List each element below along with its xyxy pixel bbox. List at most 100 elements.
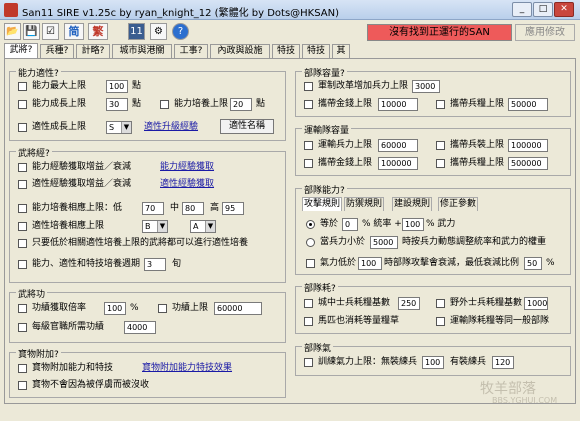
morale-untrained-input[interactable]: 100 xyxy=(422,356,444,369)
ability-group: 能力適性? 能力最大上限 100 點 能力成長上限 30 點 能力培養上限 20… xyxy=(9,66,286,141)
cap-checkbox[interactable] xyxy=(18,204,27,213)
apt-exp-link[interactable]: 適性升級經驗 xyxy=(144,122,198,133)
max-input[interactable]: 100 xyxy=(106,80,128,93)
maximize-button[interactable]: □ xyxy=(533,2,553,17)
exp-apt-link[interactable]: 適性經驗獲取 xyxy=(160,179,214,190)
exp-ability-link[interactable]: 能力經驗獲取 xyxy=(160,162,214,173)
traditional-button[interactable]: 繁 xyxy=(88,23,108,40)
apt-cap-a-select[interactable]: A ▼ xyxy=(190,220,216,233)
cap-high-input[interactable]: 95 xyxy=(222,202,244,215)
cycle-checkbox[interactable] xyxy=(18,260,27,269)
transport-gold-input[interactable]: 100000 xyxy=(378,157,418,170)
city-upkeep-input[interactable]: 250 xyxy=(398,297,420,310)
cap-low-input[interactable]: 70 xyxy=(142,202,164,215)
transport-upkeep-checkbox[interactable] xyxy=(436,317,445,326)
troop-gold-checkbox[interactable] xyxy=(304,100,313,109)
rate-input[interactable]: 100 xyxy=(402,218,424,231)
merit-cap-checkbox[interactable] xyxy=(158,304,167,313)
treasure-attach-checkbox[interactable] xyxy=(18,364,27,373)
only-checkbox[interactable] xyxy=(18,239,27,248)
transport-group: 運輸隊容量 運輸兵力上限 60000 攜帶兵裝上限 100000 攜帶金錢上限 … xyxy=(295,123,571,176)
transport-troops-input[interactable]: 60000 xyxy=(378,139,418,152)
horse-upkeep-checkbox[interactable] xyxy=(304,317,313,326)
morale-min-input[interactable]: 50 xyxy=(524,257,542,270)
tab-domestic[interactable]: 內政與設施 xyxy=(210,44,270,58)
calendar-icon[interactable]: 11 xyxy=(128,23,145,40)
reform-input[interactable]: 3000 xyxy=(412,80,440,93)
field-upkeep-checkbox[interactable] xyxy=(436,299,445,308)
save-icon[interactable]: 💾 xyxy=(23,23,40,40)
city-upkeep-checkbox[interactable] xyxy=(304,299,313,308)
troop-grain-checkbox[interactable] xyxy=(436,100,445,109)
check-icon[interactable]: ☑ xyxy=(42,23,59,40)
morale-trained-input[interactable]: 120 xyxy=(492,356,514,369)
open-icon[interactable]: 📂 xyxy=(4,23,21,40)
merit-rank-checkbox[interactable] xyxy=(18,323,27,332)
field-upkeep-input[interactable]: 1000 xyxy=(524,297,548,310)
unit-ability-group: 部隊能力? 攻擊規則 防禦規則 建設規則 修正參數 等於 0 % 統率 + 10… xyxy=(295,183,571,275)
subtab-attack[interactable]: 攻擊規則 xyxy=(302,197,342,211)
apt-name-button[interactable]: 適性名稱 xyxy=(220,119,274,134)
max-checkbox[interactable] xyxy=(18,82,27,91)
apt-value: S xyxy=(109,123,115,132)
close-button[interactable]: ✕ xyxy=(554,2,574,17)
tab-unit-type[interactable]: 兵種? xyxy=(40,44,74,58)
apt-checkbox[interactable] xyxy=(18,123,27,132)
train-input[interactable]: 20 xyxy=(230,98,252,111)
apt-cap-label: 適性培養相應上限 xyxy=(32,221,105,231)
train-checkbox[interactable] xyxy=(160,100,169,109)
troop-gold-input[interactable]: 10000 xyxy=(378,98,418,111)
treasure-keep-checkbox[interactable] xyxy=(18,381,27,390)
help-icon[interactable]: ? xyxy=(172,23,189,40)
simplified-button[interactable]: 简 xyxy=(64,23,84,40)
transport-gold-checkbox[interactable] xyxy=(304,159,313,168)
tab-works[interactable]: 工事? xyxy=(174,44,208,58)
apt-select[interactable]: S ▼ xyxy=(106,121,132,134)
reform-checkbox[interactable] xyxy=(304,82,313,91)
cap-mid-input[interactable]: 80 xyxy=(182,202,204,215)
tab-strategy[interactable]: 計略? xyxy=(76,44,110,58)
transport-weapons-checkbox[interactable] xyxy=(436,141,445,150)
troop-input[interactable]: 5000 xyxy=(370,236,398,249)
troop-grain-input[interactable]: 50000 xyxy=(508,98,548,111)
tab-other[interactable]: 其 xyxy=(332,44,350,58)
growth-input[interactable]: 30 xyxy=(106,98,128,111)
transport-grain-checkbox[interactable] xyxy=(436,159,445,168)
morale-decay-input[interactable]: 100 xyxy=(358,257,382,270)
merit-rank-input[interactable]: 4000 xyxy=(124,321,156,334)
apply-button[interactable]: 應用修改 xyxy=(515,24,575,41)
apt-cap-a-value: A xyxy=(193,222,199,231)
tab-city[interactable]: 城市與港關 xyxy=(112,44,172,58)
merit-rate-checkbox[interactable] xyxy=(18,304,27,313)
gear-icon[interactable]: ⚙ xyxy=(150,23,167,40)
subtab-defense[interactable]: 防禦規則 xyxy=(344,197,384,211)
merit-group: 武將功 功績獲取倍率 100 % 功績上限 60000 每級官職所需功績 400… xyxy=(9,287,286,343)
transport-troops-checkbox[interactable] xyxy=(304,141,313,150)
equal-radio[interactable] xyxy=(306,220,315,229)
subtab-build[interactable]: 建設規則 xyxy=(392,197,432,211)
morale-decay-mid: 時部隊攻擊會衰減，最低衰減比例 xyxy=(384,258,520,268)
equal-input[interactable]: 0 xyxy=(342,218,358,231)
apt-cap-b-select[interactable]: B ▼ xyxy=(142,220,168,233)
minimize-button[interactable]: _ xyxy=(512,2,532,17)
treasure-group: 寶物附加? 寶物附加能力和特技 寶物附加能力特技效果 寶物不會因為被俘虜而被沒收 xyxy=(9,347,286,398)
exp-ability-checkbox[interactable] xyxy=(18,163,27,172)
subtab-modifier[interactable]: 修正參數 xyxy=(438,197,478,211)
morale-decay-checkbox[interactable] xyxy=(306,259,315,268)
transport-weapons-input[interactable]: 100000 xyxy=(508,139,548,152)
tab-skill-1[interactable]: 特技 xyxy=(272,44,300,58)
exp-apt-checkbox[interactable] xyxy=(18,180,27,189)
tab-skill-2[interactable]: 特技 xyxy=(302,44,330,58)
growth-checkbox[interactable] xyxy=(18,100,27,109)
apt-cap-checkbox[interactable] xyxy=(18,222,27,231)
tab-general[interactable]: 武將? xyxy=(4,43,38,59)
exp-ability-label: 能力經驗獲取增益／衰減 xyxy=(32,162,132,172)
troop-radio[interactable] xyxy=(306,238,315,247)
morale-cap-checkbox[interactable] xyxy=(304,358,313,367)
transport-grain-input[interactable]: 500000 xyxy=(508,157,548,170)
merit-rate-input[interactable]: 100 xyxy=(104,302,126,315)
equal-label: 等於 xyxy=(320,219,339,229)
treasure-effect-link[interactable]: 寶物附加能力特技效果 xyxy=(142,363,232,374)
cycle-input[interactable]: 3 xyxy=(144,258,166,271)
merit-cap-input[interactable]: 60000 xyxy=(214,302,262,315)
